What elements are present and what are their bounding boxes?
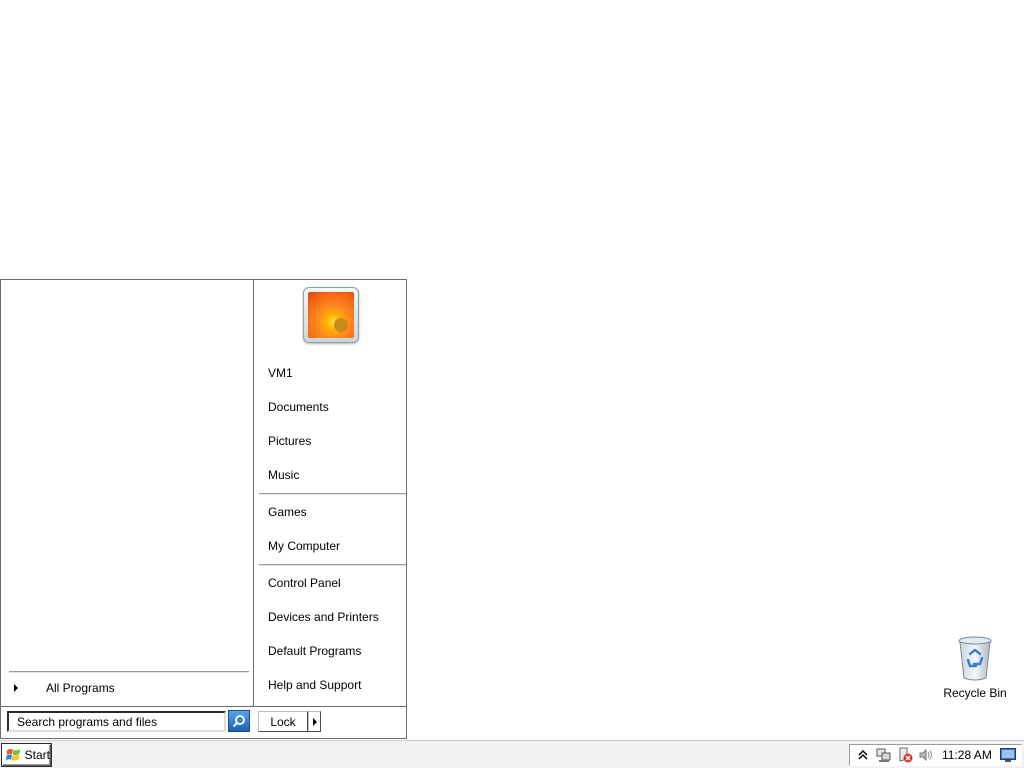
menu-item-label: Default Programs: [268, 644, 362, 658]
left-divider: [9, 671, 249, 673]
start-menu-bottom-bar: Lock: [1, 706, 406, 738]
volume-icon[interactable]: [918, 747, 934, 763]
menu-item-control-panel[interactable]: Control Panel: [259, 570, 406, 596]
programs-pane: All Programs: [1, 280, 254, 706]
start-button-label: Start: [24, 748, 50, 762]
windows-logo-icon: [6, 748, 21, 761]
show-desktop-icon[interactable]: [999, 747, 1016, 763]
menu-divider: [259, 493, 406, 495]
user-avatar[interactable]: [303, 287, 359, 343]
menu-item-label: Music: [268, 468, 300, 482]
taskbar: Start 11:28 AM: [0, 740, 1024, 768]
action-center-icon[interactable]: [897, 747, 913, 763]
menu-item-help-support[interactable]: Help and Support: [259, 672, 406, 698]
menu-item-user[interactable]: VM1: [259, 360, 406, 386]
menu-item-label: Documents: [268, 400, 329, 414]
lock-button[interactable]: Lock: [258, 711, 308, 732]
menu-item-music[interactable]: Music: [259, 462, 406, 488]
recycle-bin-icon: [958, 636, 992, 681]
menu-item-label: Devices and Printers: [268, 610, 379, 624]
menu-item-documents[interactable]: Documents: [259, 394, 406, 420]
clock[interactable]: 11:28 AM: [942, 748, 992, 762]
menu-divider: [259, 564, 406, 566]
search-icon: [232, 715, 245, 728]
search-input[interactable]: [7, 711, 226, 732]
flower-picture-icon: [308, 292, 354, 338]
menu-item-label: My Computer: [268, 539, 341, 553]
places-pane: VM1 Documents Pictures Music Games My Co…: [255, 280, 406, 706]
lock-button-label: Lock: [270, 714, 296, 729]
start-button[interactable]: Start: [2, 744, 51, 766]
network-icon[interactable]: [876, 747, 892, 763]
search-button[interactable]: [228, 710, 250, 732]
menu-item-label: Help and Support: [268, 678, 362, 692]
all-programs-item[interactable]: All Programs: [9, 678, 249, 698]
start-menu: All Programs VM1 Documents Pictures Musi…: [0, 279, 407, 739]
menu-item-label: Control Panel: [268, 576, 341, 590]
notification-area: 11:28 AM: [849, 744, 1022, 766]
triangle-right-icon: [312, 717, 317, 726]
shutdown-options-button[interactable]: [308, 711, 321, 732]
show-hidden-icons-icon[interactable]: [855, 747, 871, 763]
triangle-right-icon: [14, 684, 18, 692]
menu-item-label: Pictures: [268, 434, 312, 448]
menu-item-devices-printers[interactable]: Devices and Printers: [259, 604, 406, 630]
desktop-icon-label: Recycle Bin: [943, 686, 1007, 700]
desktop-icon-recycle-bin[interactable]: Recycle Bin: [934, 636, 1016, 706]
menu-item-label: VM1: [268, 366, 293, 380]
menu-item-games[interactable]: Games: [259, 499, 406, 525]
menu-item-pictures[interactable]: Pictures: [259, 428, 406, 454]
menu-item-computer[interactable]: My Computer: [259, 533, 406, 559]
menu-item-label: Games: [268, 505, 307, 519]
menu-item-default-programs[interactable]: Default Programs: [259, 638, 406, 664]
all-programs-label: All Programs: [46, 681, 115, 695]
